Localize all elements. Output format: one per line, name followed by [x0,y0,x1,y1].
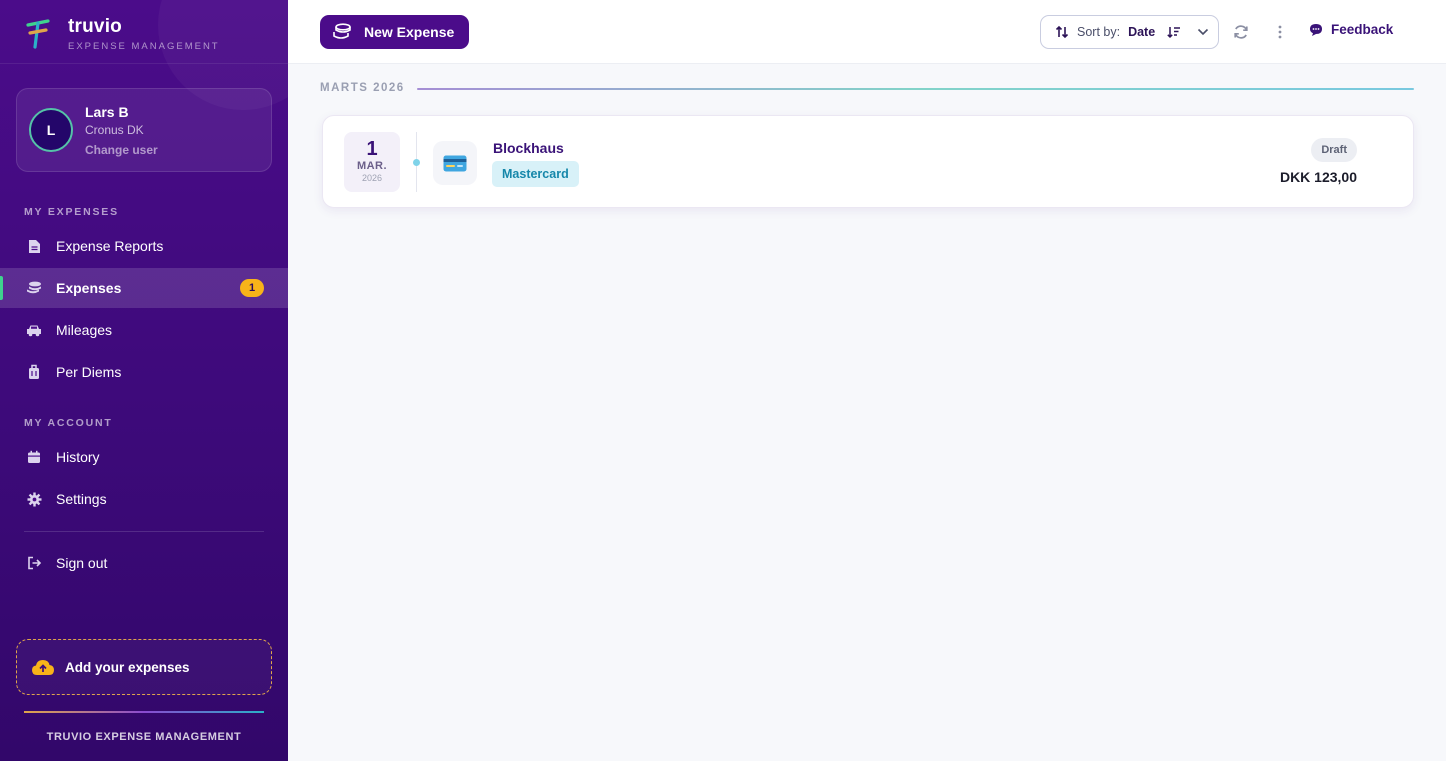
sidebar: truvio EXPENSE MANAGEMENT L Lars B Cronu… [0,0,288,761]
sidebar-divider [24,531,264,532]
credit-card-icon [443,155,467,171]
sidebar-item-label: Expense Reports [56,238,164,254]
refresh-button[interactable] [1231,22,1251,42]
refresh-icon [1234,25,1248,39]
sort-descending-icon[interactable] [1167,26,1181,39]
sidebar-item-label: Per Diems [56,364,122,380]
chat-bubble-icon [1310,23,1322,36]
feedback-label: Feedback [1331,22,1394,37]
change-user-link[interactable]: Change user [85,143,158,157]
expense-day: 1 [366,138,378,160]
truvio-logo-icon [26,19,50,49]
new-expense-label: New Expense [364,24,455,40]
sort-arrows-icon [1055,25,1069,39]
sidebar-footer: TRUVIO EXPENSE MANAGEMENT [46,731,242,743]
brand-name: truvio [68,15,122,37]
expenses-count-badge: 1 [240,279,264,297]
brand[interactable]: truvio EXPENSE MANAGEMENT [24,14,220,54]
sign-out-button[interactable]: Sign out [0,543,288,583]
more-vertical-icon [1278,25,1282,39]
sidebar-item-label: Settings [56,491,107,507]
expense-card[interactable]: 1 MAR. 2026 Blockhaus Mastercard Draft D… [322,115,1414,208]
expense-merchant: Blockhaus [493,140,564,156]
section-label-my-expenses: MY EXPENSES [24,206,119,218]
coins-icon [333,23,351,39]
coins-icon [26,280,42,296]
new-expense-button[interactable]: New Expense [320,15,469,49]
top-bar: New Expense Sort by: Date Feedback [288,0,1446,64]
add-expenses-label: Add your expenses [65,659,190,675]
brand-tagline: EXPENSE MANAGEMENT [68,40,220,52]
cloud-upload-icon [32,660,54,675]
document-icon [26,238,42,254]
expense-amount: DKK 123,00 [1279,169,1357,185]
sidebar-item-history[interactable]: History [0,437,288,477]
user-card[interactable]: L Lars B Cronus DK Change user [16,88,272,172]
payment-method-tile [433,141,477,185]
section-label-my-account: MY ACCOUNT [24,417,113,429]
expense-month: MAR. [356,160,388,172]
more-options-button[interactable] [1270,22,1290,42]
sign-out-label: Sign out [56,555,108,571]
footer-divider [24,711,264,713]
user-company: Cronus DK [85,122,144,137]
month-divider [417,88,1414,90]
sidebar-item-label: History [56,449,100,465]
gear-icon [26,491,42,507]
sort-prefix: Sort by: [1077,25,1121,39]
feedback-button[interactable]: Feedback [1309,22,1393,37]
payment-method-tag: Mastercard [492,161,579,187]
sort-value: Date [1128,25,1156,39]
sort-select[interactable]: Sort by: Date [1040,15,1219,49]
sidebar-item-label: Mileages [56,322,113,338]
user-name: Lars B [85,103,129,120]
calendar-icon [26,449,42,465]
sidebar-item-expense-reports[interactable]: Expense Reports [0,226,288,266]
chevron-down-icon [1198,28,1209,36]
car-icon [26,322,42,338]
add-expenses-dropzone[interactable]: Add your expenses [16,639,272,695]
timeline-dot [413,159,420,166]
sidebar-item-label: Expenses [56,280,122,296]
expense-date: 1 MAR. 2026 [344,132,400,192]
sidebar-item-expenses[interactable]: Expenses 1 [0,268,288,308]
sidebar-item-settings[interactable]: Settings [0,479,288,519]
sign-out-icon [26,555,42,571]
status-badge: Draft [1311,138,1357,162]
sidebar-item-mileages[interactable]: Mileages [0,310,288,350]
sidebar-item-per-diems[interactable]: Per Diems [0,352,288,392]
expense-year: 2026 [361,173,383,183]
suitcase-icon [26,364,42,380]
avatar: L [29,108,73,152]
month-group-label: MARTS 2026 [320,82,405,94]
brand-divider [0,63,288,64]
